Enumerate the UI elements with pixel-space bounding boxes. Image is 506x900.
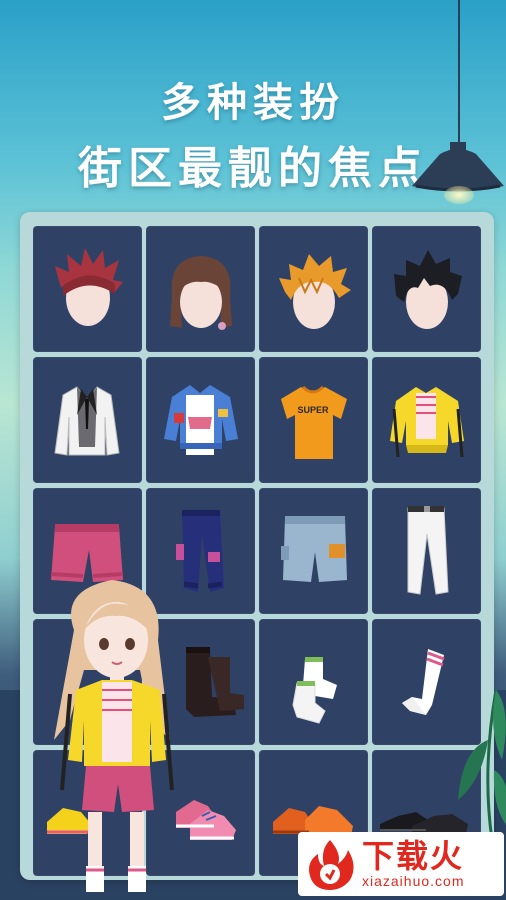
wardrobe-item-hair-black[interactable]	[372, 226, 481, 352]
yellow-jacket-icon	[390, 387, 464, 458]
lamp-bulb	[444, 186, 474, 204]
tshirt-print-text: SUPER	[297, 405, 329, 415]
wardrobe-item-white-ankle-socks[interactable]	[259, 619, 368, 745]
wardrobe-item-white-jeans[interactable]	[372, 488, 481, 614]
denim-jacket-icon	[164, 385, 238, 455]
wardrobe-item-hair-spiky[interactable]	[33, 226, 142, 352]
wardrobe-item-hair-orange[interactable]	[259, 226, 368, 352]
site-watermark: 下载火 xiazaihuo.com	[298, 832, 504, 896]
headline-line-1: 多种装扮	[161, 80, 345, 126]
watermark-url: xiazaihuo.com	[362, 873, 465, 889]
tuxedo-jacket-icon	[54, 386, 120, 456]
white-jeans-icon	[407, 506, 449, 595]
wardrobe-item-tuxedo-jacket[interactable]	[33, 357, 142, 483]
wardrobe-item-orange-tshirt[interactable]: SUPER	[259, 357, 368, 483]
orange-hair-icon	[279, 254, 351, 329]
bob-hair-icon	[170, 256, 232, 330]
denim-shorts-icon	[281, 516, 347, 582]
flame-logo-icon	[309, 840, 354, 890]
wardrobe-item-yellow-jacket[interactable]	[372, 357, 481, 483]
ankle-socks-icon	[292, 657, 337, 724]
dressed-avatar	[54, 580, 174, 892]
wardrobe-item-denim-jacket[interactable]	[146, 357, 255, 483]
orange-tshirt-icon: SUPER	[281, 385, 347, 459]
watermark-brand: 下载火	[362, 837, 465, 875]
black-hair-icon	[394, 250, 462, 329]
wardrobe-item-denim-shorts[interactable]	[259, 488, 368, 614]
plant-decoration-icon	[458, 689, 506, 841]
spiky-hair-icon	[55, 248, 123, 326]
wardrobe-item-hair-bob[interactable]	[146, 226, 255, 352]
lamp-cord	[458, 0, 460, 145]
